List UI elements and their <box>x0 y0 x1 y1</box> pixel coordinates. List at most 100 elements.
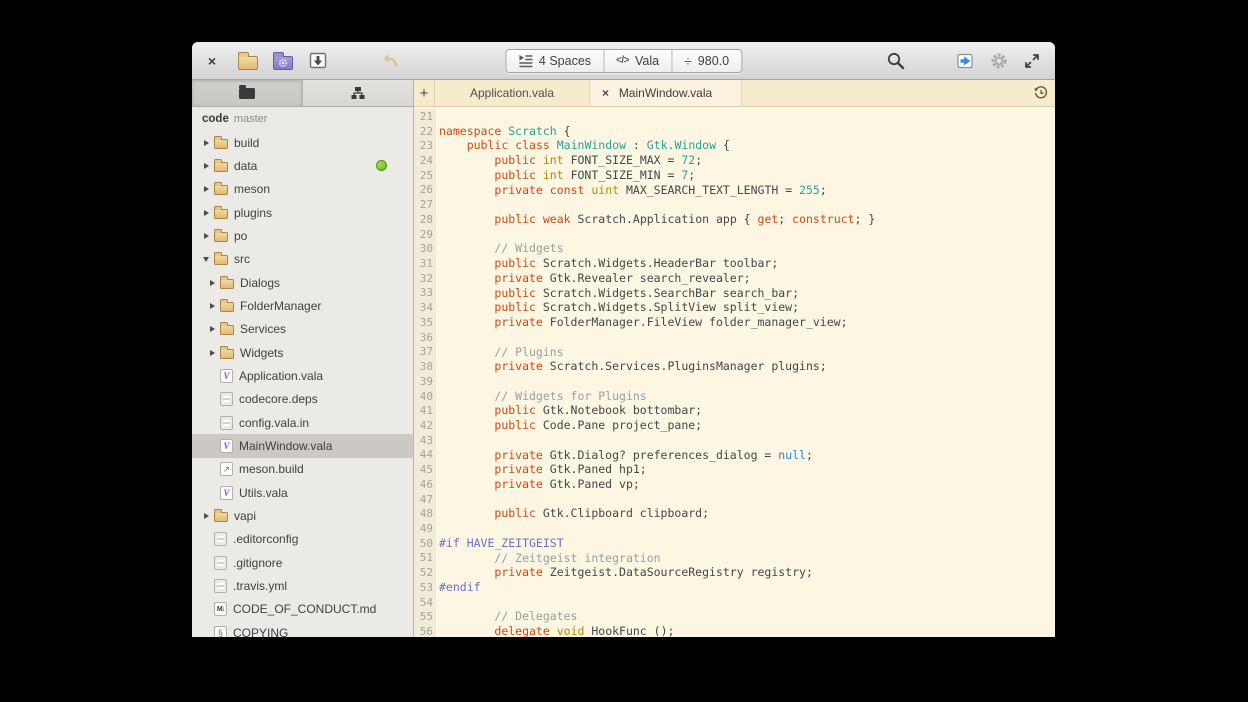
sidebar-outline-view-tab[interactable] <box>303 80 414 106</box>
language-button-label: Vala <box>635 54 659 68</box>
language-button[interactable]: </>Vala <box>603 50 671 72</box>
tree-item-label: data <box>234 159 257 173</box>
fullscreen-button[interactable] <box>1019 48 1045 74</box>
code-line: 27 <box>414 197 1055 212</box>
folder-icon <box>214 207 228 219</box>
collapsed-triangle <box>204 233 209 239</box>
templates-button[interactable] <box>270 48 296 74</box>
goto-line-button-label: 980.0 <box>698 54 729 68</box>
history-button[interactable] <box>1027 80 1055 106</box>
tree-item[interactable]: .gitignore <box>192 551 413 574</box>
tree-item[interactable]: .editorconfig <box>192 528 413 551</box>
code-text: private Gtk.Dialog? preferences_dialog =… <box>436 448 813 463</box>
share-icon <box>956 51 976 71</box>
file-glyph: V <box>220 439 233 453</box>
tree-item[interactable]: po <box>192 224 413 247</box>
tree-item[interactable]: meson <box>192 178 413 201</box>
indentation-button[interactable]: 4 Spaces <box>506 50 603 72</box>
line-number: 32 <box>414 271 436 286</box>
search-icon <box>886 51 906 71</box>
code-line: 33 public Scratch.Widgets.SearchBar sear… <box>414 286 1055 301</box>
expander-icon[interactable] <box>200 233 212 239</box>
code-editor[interactable]: 2122namespace Scratch {23 public class M… <box>414 107 1055 637</box>
expander-icon[interactable] <box>200 140 212 146</box>
project-header[interactable]: code master <box>192 107 413 131</box>
code-line: 36 <box>414 330 1055 345</box>
new-tab-button[interactable]: + <box>414 80 434 106</box>
expander-icon[interactable] <box>200 210 212 216</box>
line-number: 44 <box>414 448 436 463</box>
line-number: 49 <box>414 521 436 536</box>
undo-icon <box>380 51 400 71</box>
open-folder-icon <box>238 56 258 70</box>
file-glyph <box>220 392 233 406</box>
tree-item[interactable]: config.vala.in <box>192 411 413 434</box>
goto-line-button[interactable]: ÷980.0 <box>671 50 741 72</box>
tree-item[interactable]: §COPYING <box>192 621 413 637</box>
tree-item-label: build <box>234 136 259 150</box>
line-number: 38 <box>414 359 436 374</box>
expander-icon[interactable] <box>200 163 212 169</box>
share-button[interactable] <box>953 48 979 74</box>
tree-item[interactable]: FolderManager <box>192 294 413 317</box>
code-line: 43 <box>414 433 1055 448</box>
tree-item-label: meson.build <box>239 462 304 476</box>
file-glyph <box>214 532 227 546</box>
tree-item[interactable]: src <box>192 248 413 271</box>
document-tabs: + Application.vala×MainWindow.vala <box>414 80 1055 107</box>
tree-item[interactable]: Services <box>192 318 413 341</box>
search-button[interactable] <box>883 48 909 74</box>
code-line: 47 <box>414 492 1055 507</box>
tree-item[interactable]: codecore.deps <box>192 388 413 411</box>
line-number: 28 <box>414 212 436 227</box>
save-as-button[interactable] <box>305 48 331 74</box>
tab-application-vala[interactable]: Application.vala <box>434 80 590 106</box>
gear-glyph <box>278 58 288 68</box>
expander-icon[interactable] <box>206 350 218 356</box>
tree-item[interactable]: .travis.yml <box>192 574 413 597</box>
collapsed-triangle <box>204 186 209 192</box>
close-icon[interactable]: × <box>202 53 222 69</box>
tree-item[interactable]: ↗meson.build <box>192 458 413 481</box>
tree-item[interactable]: VUtils.vala <box>192 481 413 504</box>
indentation-button-label: 4 Spaces <box>539 54 591 68</box>
tree-item[interactable]: data <box>192 154 413 177</box>
line-number: 52 <box>414 565 436 580</box>
folder-glyph <box>220 349 234 359</box>
tab-mainwindow-vala[interactable]: ×MainWindow.vala <box>590 80 742 106</box>
expander-icon[interactable] <box>206 280 218 286</box>
line-number: 47 <box>414 492 436 507</box>
code-line: 35 private FolderManager.FileView folder… <box>414 315 1055 330</box>
expander-icon[interactable] <box>200 257 212 262</box>
code-text: public int FONT_SIZE_MIN = 7; <box>436 168 695 183</box>
expander-icon[interactable] <box>200 513 212 519</box>
folder-glyph <box>220 279 234 289</box>
tree-item-label: .editorconfig <box>233 532 298 546</box>
expander-icon[interactable] <box>200 186 212 192</box>
expander-icon[interactable] <box>206 326 218 332</box>
tree-item-label: plugins <box>234 206 272 220</box>
tree-item[interactable]: M↓CODE_OF_CONDUCT.md <box>192 598 413 621</box>
tree-item[interactable]: vapi <box>192 504 413 527</box>
tab-close-icon[interactable]: × <box>602 86 609 100</box>
code-text: public int FONT_SIZE_MAX = 72; <box>436 153 702 168</box>
tree-item-label: Widgets <box>240 346 283 360</box>
code-line: 39 <box>414 374 1055 389</box>
code-line: 53#endif <box>414 580 1055 595</box>
tree-item[interactable]: VApplication.vala <box>192 364 413 387</box>
tree-item[interactable]: Widgets <box>192 341 413 364</box>
undo-button[interactable] <box>377 48 403 74</box>
line-number: 42 <box>414 418 436 433</box>
line-number: 35 <box>414 315 436 330</box>
open-folder-button[interactable] <box>235 48 261 74</box>
tree-item[interactable]: build <box>192 131 413 154</box>
sidebar-files-view-tab[interactable] <box>192 80 303 106</box>
tree-item[interactable]: Dialogs <box>192 271 413 294</box>
code-line: 24 public int FONT_SIZE_MAX = 72; <box>414 153 1055 168</box>
tree-item-label: MainWindow.vala <box>239 439 332 453</box>
expander-icon[interactable] <box>206 303 218 309</box>
settings-button[interactable] <box>986 48 1012 74</box>
tree-item[interactable]: V MainWindow.vala <box>192 434 413 457</box>
tree-item-label: Services <box>240 322 286 336</box>
tree-item[interactable]: plugins <box>192 201 413 224</box>
